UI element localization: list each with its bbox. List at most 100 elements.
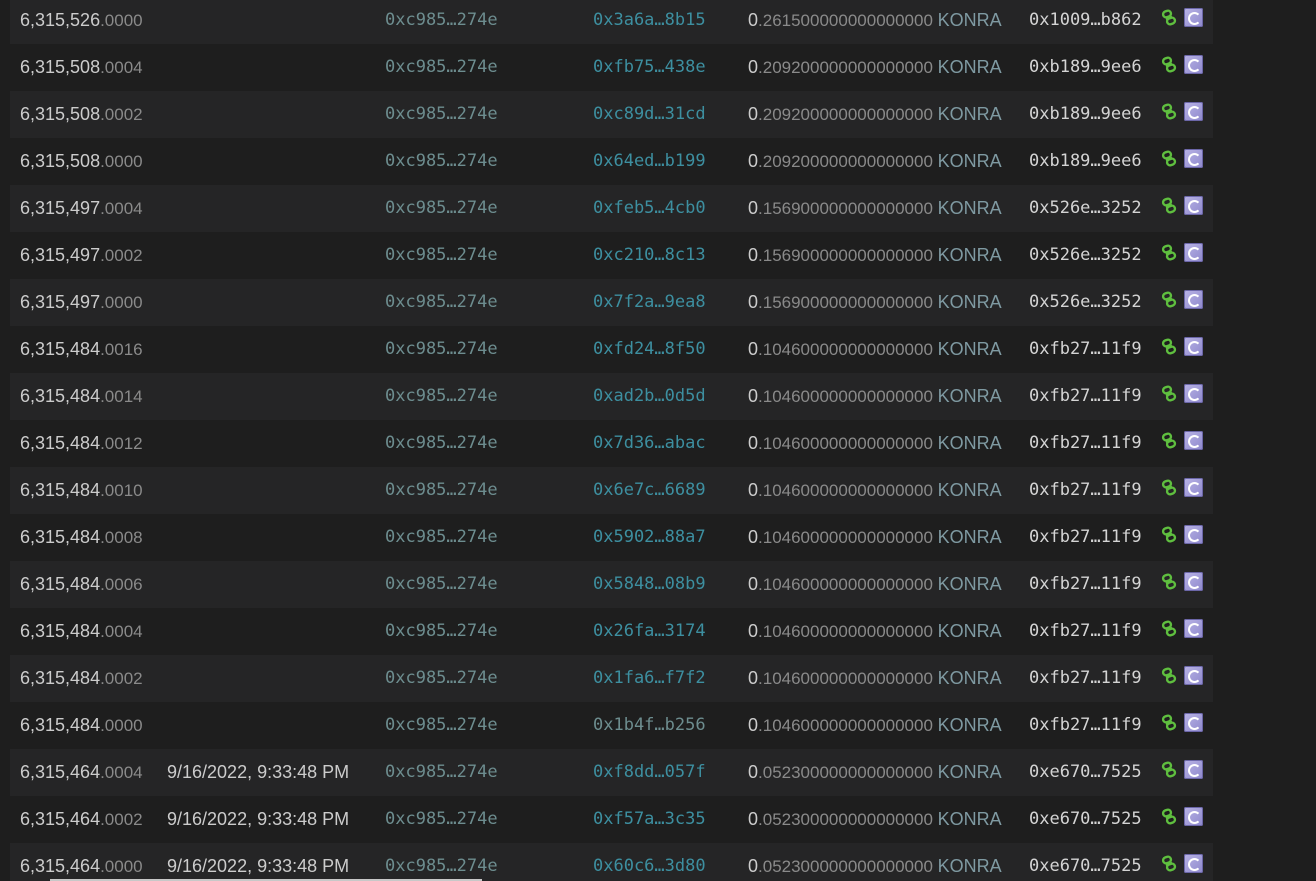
transaction-hash-link[interactable]: 0xc210…8c13 — [593, 232, 706, 279]
table-row[interactable]: 6,315,464.0000 9/16/2022, 9:33:48 PM 0xc… — [10, 843, 1213, 881]
to-address[interactable]: 0xfb27…11f9 — [1029, 326, 1142, 373]
from-address[interactable]: 0xc985…274e — [385, 232, 498, 279]
transaction-hash-link[interactable]: 0x5902…88a7 — [593, 514, 706, 561]
table-row[interactable]: 6,315,484.0006 0xc985…274e 0x5848…08b9 0… — [10, 561, 1213, 608]
table-row[interactable]: 6,315,464.0002 9/16/2022, 9:33:48 PM 0xc… — [10, 796, 1213, 843]
table-row[interactable]: 6,315,484.0004 0xc985…274e 0x26fa…3174 0… — [10, 608, 1213, 655]
to-address[interactable]: 0xfb27…11f9 — [1029, 467, 1142, 514]
transaction-hash-link[interactable]: 0xfd24…8f50 — [593, 326, 706, 373]
from-address[interactable]: 0xc985…274e — [385, 420, 498, 467]
link-icon[interactable] — [1160, 338, 1178, 356]
link-icon[interactable] — [1160, 808, 1178, 826]
link-icon[interactable] — [1160, 103, 1178, 121]
token-logo-icon[interactable] — [1184, 102, 1203, 121]
transaction-hash-link[interactable]: 0x5848…08b9 — [593, 561, 706, 608]
to-address[interactable]: 0x526e…3252 — [1029, 279, 1142, 326]
to-address[interactable]: 0xb189…9ee6 — [1029, 138, 1142, 185]
transaction-hash-link[interactable]: 0x6e7c…6689 — [593, 467, 706, 514]
from-address[interactable]: 0xc985…274e — [385, 702, 498, 749]
transaction-hash-link[interactable]: 0x1fa6…f7f2 — [593, 655, 706, 702]
to-address[interactable]: 0xfb27…11f9 — [1029, 373, 1142, 420]
table-row[interactable]: 6,315,508.0000 0xc985…274e 0x64ed…b199 0… — [10, 138, 1213, 185]
link-icon[interactable] — [1160, 620, 1178, 638]
transaction-hash-link[interactable]: 0x7d36…abac — [593, 420, 706, 467]
link-icon[interactable] — [1160, 9, 1178, 27]
transaction-hash-link[interactable]: 0x60c6…3d80 — [593, 843, 706, 881]
transaction-hash-link[interactable]: 0x64ed…b199 — [593, 138, 706, 185]
link-icon[interactable] — [1160, 385, 1178, 403]
link-icon[interactable] — [1160, 855, 1178, 873]
transaction-hash-link[interactable]: 0x26fa…3174 — [593, 608, 706, 655]
to-address[interactable]: 0xfb27…11f9 — [1029, 561, 1142, 608]
transaction-hash-link[interactable]: 0x3a6a…8b15 — [593, 0, 706, 44]
to-address[interactable]: 0xfb27…11f9 — [1029, 608, 1142, 655]
to-address[interactable]: 0xe670…7525 — [1029, 796, 1142, 843]
from-address[interactable]: 0xc985…274e — [385, 843, 498, 881]
link-icon[interactable] — [1160, 244, 1178, 262]
table-row[interactable]: 6,315,484.0008 0xc985…274e 0x5902…88a7 0… — [10, 514, 1213, 561]
link-icon[interactable] — [1160, 479, 1178, 497]
transaction-hash-link[interactable]: 0xfb75…438e — [593, 44, 706, 91]
transaction-hash-link[interactable]: 0xc89d…31cd — [593, 91, 706, 138]
token-logo-icon[interactable] — [1184, 619, 1203, 638]
table-row[interactable]: 6,315,508.0004 0xc985…274e 0xfb75…438e 0… — [10, 44, 1213, 91]
token-logo-icon[interactable] — [1184, 854, 1203, 873]
link-icon[interactable] — [1160, 526, 1178, 544]
token-logo-icon[interactable] — [1184, 431, 1203, 450]
link-icon[interactable] — [1160, 714, 1178, 732]
link-icon[interactable] — [1160, 432, 1178, 450]
to-address[interactable]: 0x526e…3252 — [1029, 185, 1142, 232]
from-address[interactable]: 0xc985…274e — [385, 185, 498, 232]
transaction-hash-link[interactable]: 0xad2b…0d5d — [593, 373, 706, 420]
link-icon[interactable] — [1160, 150, 1178, 168]
token-logo-icon[interactable] — [1184, 384, 1203, 403]
token-logo-icon[interactable] — [1184, 478, 1203, 497]
link-icon[interactable] — [1160, 761, 1178, 779]
table-row[interactable]: 6,315,484.0012 0xc985…274e 0x7d36…abac 0… — [10, 420, 1213, 467]
token-logo-icon[interactable] — [1184, 572, 1203, 591]
link-icon[interactable] — [1160, 573, 1178, 591]
table-row[interactable]: 6,315,484.0010 0xc985…274e 0x6e7c…6689 0… — [10, 467, 1213, 514]
from-address[interactable]: 0xc985…274e — [385, 467, 498, 514]
from-address[interactable]: 0xc985…274e — [385, 326, 498, 373]
table-row[interactable]: 6,315,508.0002 0xc985…274e 0xc89d…31cd 0… — [10, 91, 1213, 138]
link-icon[interactable] — [1160, 197, 1178, 215]
to-address[interactable]: 0xfb27…11f9 — [1029, 702, 1142, 749]
from-address[interactable]: 0xc985…274e — [385, 373, 498, 420]
table-row[interactable]: 6,315,464.0004 9/16/2022, 9:33:48 PM 0xc… — [10, 749, 1213, 796]
token-logo-icon[interactable] — [1184, 525, 1203, 544]
token-logo-icon[interactable] — [1184, 337, 1203, 356]
to-address[interactable]: 0xb189…9ee6 — [1029, 91, 1142, 138]
token-logo-icon[interactable] — [1184, 149, 1203, 168]
table-row[interactable]: 6,315,484.0002 0xc985…274e 0x1fa6…f7f2 0… — [10, 655, 1213, 702]
to-address[interactable]: 0xb189…9ee6 — [1029, 44, 1142, 91]
to-address[interactable]: 0xfb27…11f9 — [1029, 514, 1142, 561]
token-logo-icon[interactable] — [1184, 760, 1203, 779]
to-address[interactable]: 0xfb27…11f9 — [1029, 655, 1142, 702]
from-address[interactable]: 0xc985…274e — [385, 749, 498, 796]
from-address[interactable]: 0xc985…274e — [385, 44, 498, 91]
from-address[interactable]: 0xc985…274e — [385, 0, 498, 44]
link-icon[interactable] — [1160, 291, 1178, 309]
from-address[interactable]: 0xc985…274e — [385, 91, 498, 138]
table-row[interactable]: 6,315,497.0004 0xc985…274e 0xfeb5…4cb0 0… — [10, 185, 1213, 232]
from-address[interactable]: 0xc985…274e — [385, 561, 498, 608]
token-logo-icon[interactable] — [1184, 713, 1203, 732]
token-logo-icon[interactable] — [1184, 243, 1203, 262]
table-row[interactable]: 6,315,497.0000 0xc985…274e 0x7f2a…9ea8 0… — [10, 279, 1213, 326]
link-icon[interactable] — [1160, 56, 1178, 74]
token-logo-icon[interactable] — [1184, 196, 1203, 215]
transaction-hash-link[interactable]: 0x7f2a…9ea8 — [593, 279, 706, 326]
table-row[interactable]: 6,315,484.0016 0xc985…274e 0xfd24…8f50 0… — [10, 326, 1213, 373]
from-address[interactable]: 0xc985…274e — [385, 796, 498, 843]
from-address[interactable]: 0xc985…274e — [385, 514, 498, 561]
token-logo-icon[interactable] — [1184, 666, 1203, 685]
table-row[interactable]: 6,315,526.0000 0xc985…274e 0x3a6a…8b15 0… — [10, 0, 1213, 44]
from-address[interactable]: 0xc985…274e — [385, 279, 498, 326]
token-logo-icon[interactable] — [1184, 8, 1203, 27]
transaction-hash-link[interactable]: 0xf57a…3c35 — [593, 796, 706, 843]
transaction-hash-link[interactable]: 0xf8dd…057f — [593, 749, 706, 796]
to-address[interactable]: 0x526e…3252 — [1029, 232, 1142, 279]
table-row[interactable]: 6,315,484.0014 0xc985…274e 0xad2b…0d5d 0… — [10, 373, 1213, 420]
to-address[interactable]: 0xe670…7525 — [1029, 843, 1142, 881]
